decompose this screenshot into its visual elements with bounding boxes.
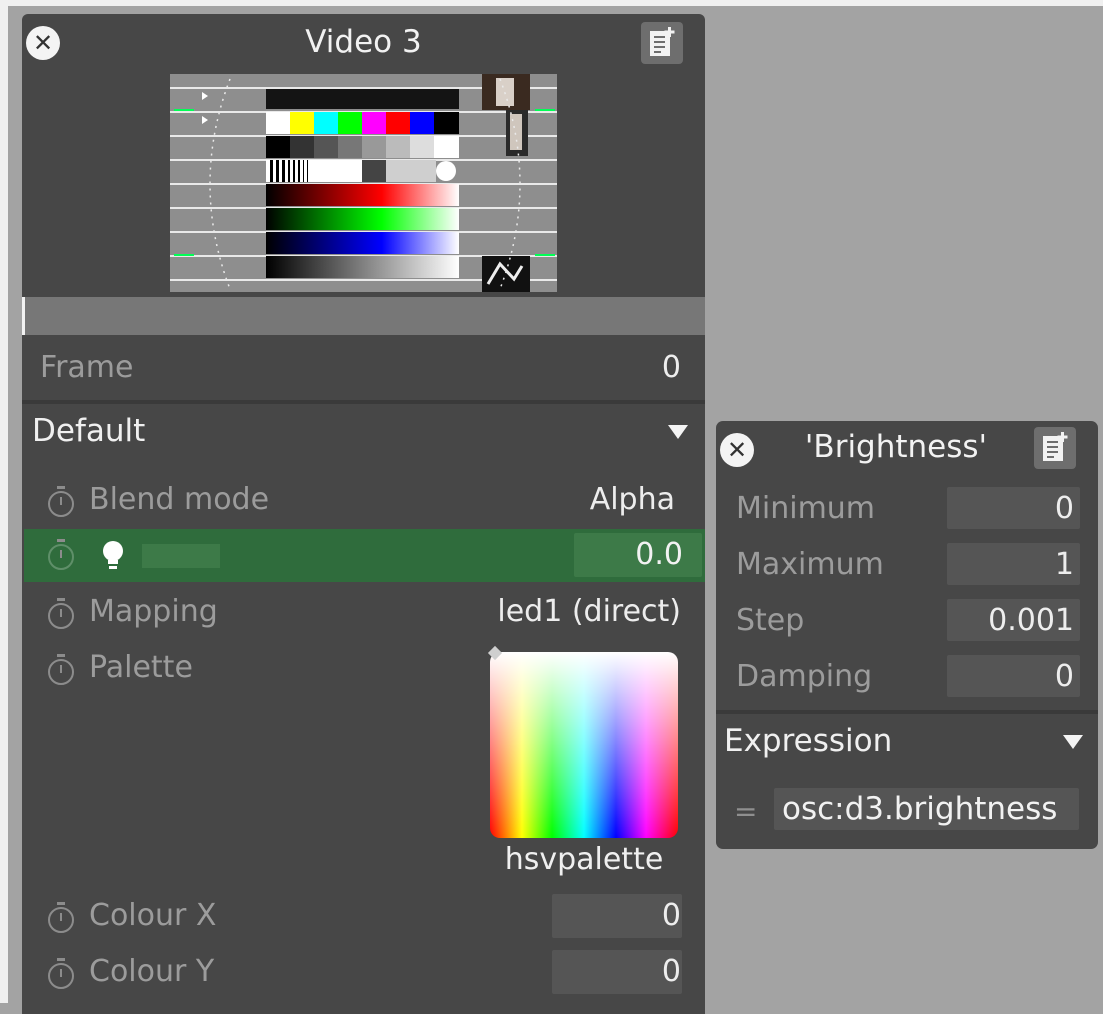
colour-x-value[interactable]: 0	[662, 898, 681, 933]
expression-prefix: =	[734, 795, 758, 828]
clock-icon[interactable]	[48, 902, 74, 933]
expression-title: Expression	[724, 723, 893, 759]
minimum-row[interactable]: Minimum 0	[716, 483, 1098, 535]
param-row-brightness[interactable]: 0.0	[24, 529, 705, 582]
notes-button[interactable]	[641, 22, 683, 64]
section-header-default[interactable]: Default	[22, 407, 705, 463]
damping-row[interactable]: Damping 0	[716, 651, 1098, 703]
window-edge-top	[0, 0, 1103, 6]
bulb-icon	[103, 541, 123, 569]
clock-icon[interactable]	[48, 958, 74, 989]
damping-value[interactable]: 0	[1055, 659, 1074, 694]
clock-icon[interactable]	[48, 539, 74, 570]
brightness-popup: ✕ 'Brightness' Minimum 0 Maximum 1 Step …	[716, 421, 1098, 849]
popup-title: 'Brightness'	[804, 429, 988, 465]
blend-mode-value[interactable]: Alpha	[590, 482, 675, 517]
clock-icon[interactable]	[48, 654, 74, 685]
panel-title: Video 3	[305, 24, 422, 60]
notes-icon	[1043, 432, 1068, 461]
divider	[22, 400, 705, 404]
param-row-colour-y[interactable]: Colour Y 0	[22, 946, 705, 998]
section-title: Default	[32, 413, 146, 449]
palette-swatch[interactable]	[490, 652, 678, 838]
notes-icon	[650, 27, 675, 56]
param-row-blend-mode[interactable]: Blend mode Alpha	[22, 474, 705, 526]
param-label: Mapping	[89, 594, 218, 629]
clock-icon[interactable]	[48, 598, 74, 629]
frame-value[interactable]: 0	[662, 350, 681, 385]
param-row-mapping[interactable]: Mapping led1 (direct)	[22, 586, 705, 638]
video-preview	[170, 74, 557, 292]
brightness-value[interactable]: 0.0	[635, 537, 683, 572]
mapping-value[interactable]: led1 (direct)	[497, 594, 681, 629]
playhead[interactable]	[22, 297, 25, 335]
damping-label: Damping	[736, 659, 873, 694]
maximum-row[interactable]: Maximum 1	[716, 539, 1098, 591]
param-label: Colour X	[89, 898, 217, 933]
param-label: Colour Y	[89, 954, 215, 989]
divider	[716, 710, 1098, 714]
section-header-expression[interactable]: Expression	[716, 717, 1098, 773]
window-edge-left	[0, 0, 8, 1003]
clock-icon[interactable]	[48, 486, 74, 517]
step-value[interactable]: 0.001	[988, 603, 1074, 638]
param-label: Blend mode	[89, 482, 270, 517]
maximum-value[interactable]: 1	[1055, 547, 1074, 582]
step-row[interactable]: Step 0.001	[716, 595, 1098, 647]
minimum-value[interactable]: 0	[1055, 491, 1074, 526]
frame-row: Frame 0	[22, 342, 705, 394]
video-panel: ✕ Video 3 Frame 0 Default Blend mode Alp…	[22, 14, 705, 1014]
maximum-label: Maximum	[736, 547, 884, 582]
triangle-down-icon[interactable]	[668, 425, 688, 439]
palette-name: hsvpalette	[504, 842, 664, 877]
colour-y-value[interactable]: 0	[662, 954, 681, 989]
notes-button[interactable]	[1034, 427, 1076, 469]
triangle-down-icon[interactable]	[1063, 735, 1083, 749]
close-icon[interactable]: ✕	[720, 433, 754, 467]
expression-value[interactable]: osc:d3.brightness	[782, 791, 1057, 827]
step-label: Step	[736, 603, 805, 638]
frame-label: Frame	[40, 350, 134, 385]
param-label: Palette	[89, 650, 193, 685]
timeline-scrubber[interactable]	[22, 297, 705, 335]
param-row-colour-x[interactable]: Colour X 0	[22, 890, 705, 942]
minimum-label: Minimum	[736, 491, 876, 526]
param-name-field[interactable]	[142, 544, 220, 568]
